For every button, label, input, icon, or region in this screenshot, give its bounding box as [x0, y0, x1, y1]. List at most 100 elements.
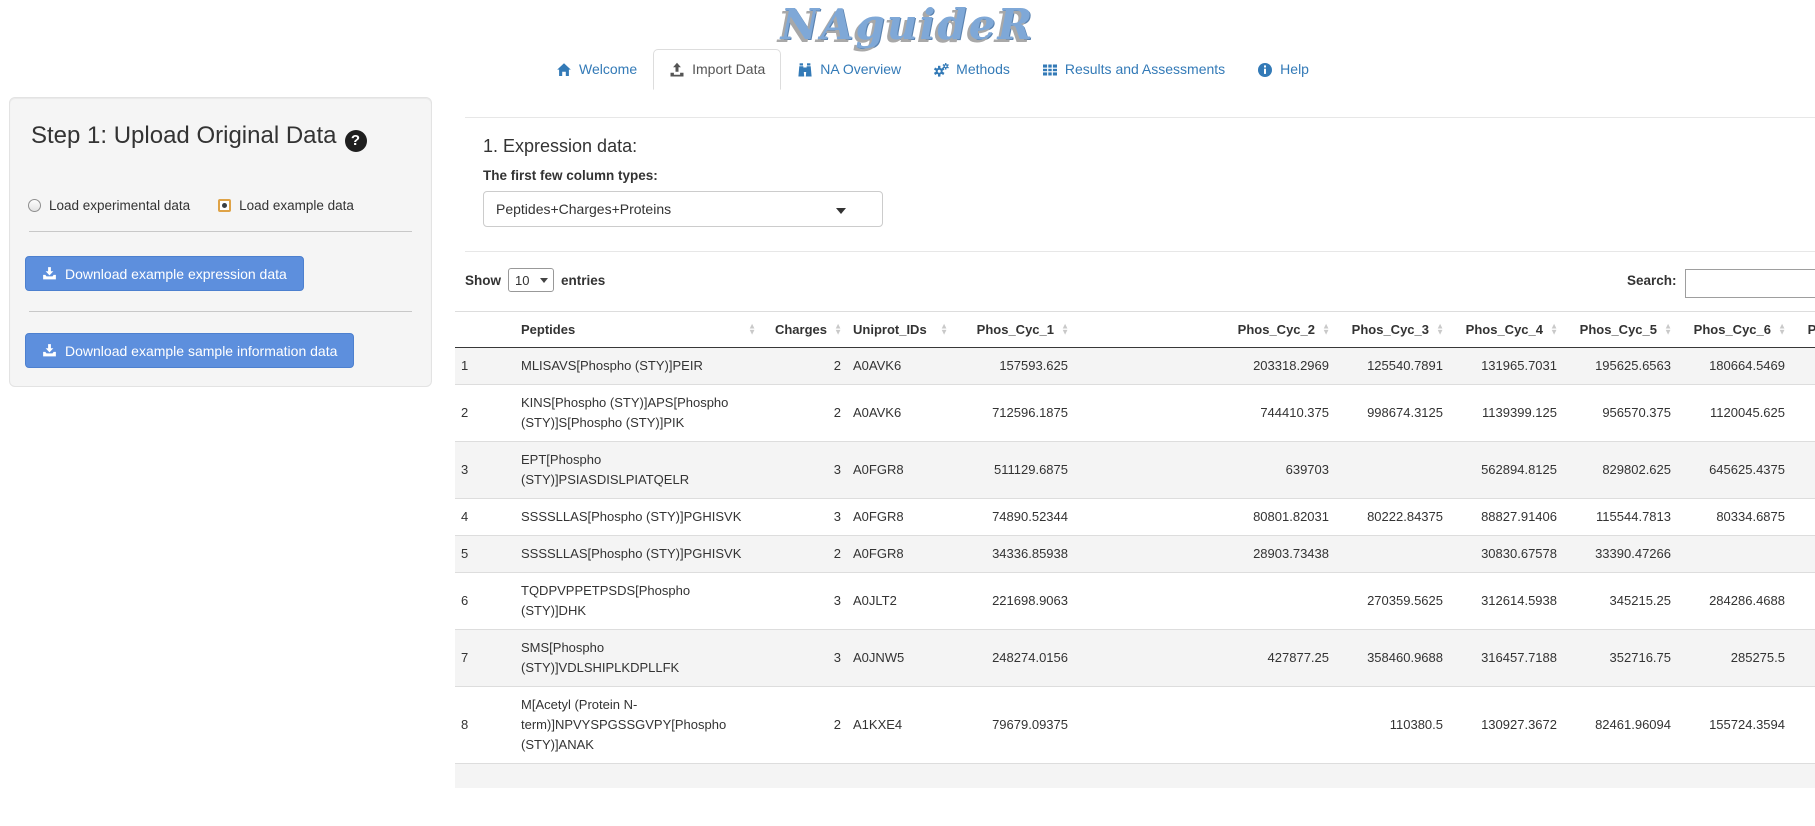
sort-icon — [1061, 323, 1069, 336]
page-length-select[interactable]: 10 — [508, 268, 554, 292]
table-row: 6TQDPVPPETPSDS[Phospho (STY)]DHK3A0JLT22… — [455, 573, 1815, 630]
download-sample-info-button[interactable]: Download example sample information data — [25, 333, 354, 368]
panel-title: Step 1: Upload Original Data — [31, 122, 367, 152]
table-cell: 33390.47266 — [1563, 536, 1677, 573]
table-cell: 829802.625 — [1563, 442, 1677, 499]
column-header-phos-cyc-5[interactable]: Phos_Cyc_5 — [1563, 312, 1677, 348]
table-cell: 312614.5938 — [1449, 573, 1563, 630]
column-header-label: Phos_Cyc_6 — [1694, 322, 1771, 337]
table-cell: 511129.6875 — [953, 442, 1074, 499]
table-cell: 345215.25 — [1563, 573, 1677, 630]
divider — [465, 117, 1815, 118]
tab-na-overview[interactable]: NA Overview — [781, 49, 917, 90]
app-logo: NAguideR — [0, 0, 1815, 49]
column-header-phos-cyc-1[interactable]: Phos_Cyc_1 — [953, 312, 1074, 348]
table-cell: 956570.375 — [1563, 385, 1677, 442]
table-cell: 2 — [761, 536, 847, 573]
tab-bar: Welcome Import DataNA OverviewMethodsResu… — [25, 49, 1815, 90]
table-cell: 31978.69141 — [1791, 536, 1815, 573]
tab-label: Help — [1280, 60, 1309, 79]
table-cell: 248274.0156 — [953, 630, 1074, 687]
table-cell: 113495.2891 — [1791, 687, 1815, 764]
expression-data-table-wrapper: PeptidesChargesUniprot_IDs Phos_Cyc_1 Phos… — [455, 311, 1815, 788]
table-cell: A1KXE4 — [847, 687, 953, 764]
table-cell: 110380.5 — [1335, 687, 1449, 764]
column-header-phos-cyc-2[interactable]: Phos_Cyc_2 — [1074, 312, 1335, 348]
table-cell: 7 — [455, 630, 515, 687]
tab-import-data[interactable]: Import Data — [653, 49, 781, 90]
table-header-row: PeptidesChargesUniprot_IDs Phos_Cyc_1 Phos… — [455, 312, 1815, 348]
column-types-select[interactable]: Peptides+Charges+Proteins — [483, 191, 883, 227]
search-label: Search: — [1627, 273, 1677, 288]
table-row: 2KINS[Phospho (STY)]APS[Phospho (STY)]S[… — [455, 385, 1815, 442]
search-input[interactable] — [1685, 269, 1815, 298]
table-cell: 1120045.625 — [1677, 385, 1791, 442]
download-expression-button[interactable]: Download example expression data — [25, 256, 304, 291]
column-header-uniprot-ids[interactable]: Uniprot_IDs — [847, 312, 953, 348]
table-cell: SSSSLLAS[Phospho (STY)]PGHISVK — [515, 536, 761, 573]
table-cell: 285275.5 — [1677, 630, 1791, 687]
table-cell: 712596.1875 — [953, 385, 1074, 442]
column-header-phos-cyc-3[interactable]: Phos_Cyc_3 — [1335, 312, 1449, 348]
table-cell: A0JLT2 — [847, 573, 953, 630]
tab-methods[interactable]: Methods — [917, 49, 1026, 90]
table-cell: 284286.4688 — [1677, 573, 1791, 630]
column-header-label: Phos_Cyc_1 — [977, 322, 1054, 337]
table-cell: 331924.5625 — [1791, 630, 1815, 687]
table-cell: 645625.4375 — [1677, 442, 1791, 499]
column-header-charges[interactable]: Charges — [761, 312, 847, 348]
tab-welcome[interactable]: Welcome — [540, 49, 653, 90]
tab-label: Welcome — [579, 60, 637, 79]
table-cell: 3 — [761, 630, 847, 687]
tab-results-and-assessments[interactable]: Results and Assessments — [1026, 49, 1241, 90]
table-cell: 6 — [455, 573, 515, 630]
column-header-phos-cyc-6[interactable]: Phos_Cyc_6 — [1677, 312, 1791, 348]
table-row: 1MLISAVS[Phospho (STY)]PEIR2A0AVK6157593… — [455, 348, 1815, 385]
column-header-label: Phos_Cyc_4 — [1466, 322, 1543, 337]
table-cell: 2 — [455, 385, 515, 442]
table-body: 1MLISAVS[Phospho (STY)]PEIR2A0AVK6157593… — [455, 348, 1815, 789]
column-header-phos-cyc-7[interactable]: Phos_Cyc_7 — [1791, 312, 1815, 348]
naguider-app: NAguideR Welcome Import DataNA OverviewMe… — [0, 0, 1815, 826]
table-cell: 2 — [761, 385, 847, 442]
tab-help[interactable]: Help — [1241, 49, 1325, 90]
table-cell: TQDPVPPETPSDS[Phospho (STY)]DHK — [515, 573, 761, 630]
column-header-0 — [455, 312, 515, 348]
sort-icon — [748, 323, 756, 336]
table-cell — [1335, 536, 1449, 573]
table-cell: 2 — [761, 348, 847, 385]
column-header-label: Phos_Cyc_2 — [1238, 322, 1315, 337]
table-cell: 427877.25 — [1074, 630, 1335, 687]
radio-button[interactable] — [218, 199, 231, 212]
panel-title-text: Step 1: Upload Original Data — [31, 122, 337, 149]
table-cell: 316457.7188 — [1449, 630, 1563, 687]
table-cell: 130927.3672 — [1449, 687, 1563, 764]
app-logo-text: NAguideR — [781, 0, 1035, 49]
table-cell: 80801.82031 — [1074, 499, 1335, 536]
table-cell: 155724.3594 — [1677, 687, 1791, 764]
table-cell: 358460.9688 — [1335, 630, 1449, 687]
home-icon — [556, 62, 572, 78]
column-header-peptides[interactable]: Peptides — [515, 312, 761, 348]
table-cell: 203317.4063 — [1791, 573, 1815, 630]
page-length-control: Show 10 entries — [465, 268, 605, 292]
grid-icon — [1042, 62, 1058, 78]
radio-button[interactable] — [28, 199, 41, 212]
table-cell: A0FGR8 — [847, 499, 953, 536]
table-cell: 115544.7813 — [1563, 499, 1677, 536]
table-cell: 221698.9063 — [953, 573, 1074, 630]
table-cell: 195625.6563 — [1563, 348, 1677, 385]
table-cell — [1335, 442, 1449, 499]
table-cell: 79679.09375 — [953, 687, 1074, 764]
table-cell: 744410.375 — [1074, 385, 1335, 442]
table-cell — [1791, 442, 1815, 499]
sort-icon — [1664, 323, 1672, 336]
table-cell: 80334.6875 — [1677, 499, 1791, 536]
table-cell: 4 — [455, 499, 515, 536]
table-cell: 2 — [761, 687, 847, 764]
table-cell: 180664.5469 — [1677, 348, 1791, 385]
question-circle-icon[interactable] — [345, 130, 367, 152]
table-cell: 125540.7891 — [1335, 348, 1449, 385]
table-cell: 82461.96094 — [1563, 687, 1677, 764]
column-header-phos-cyc-4[interactable]: Phos_Cyc_4 — [1449, 312, 1563, 348]
